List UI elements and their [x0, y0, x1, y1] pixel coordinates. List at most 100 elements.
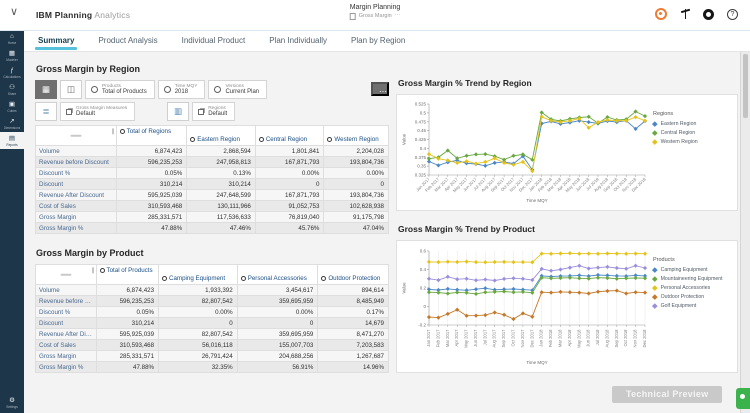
cell[interactable]: 2,204,028 — [323, 145, 389, 157]
crosstab-corner[interactable]: ∥ — [35, 125, 117, 146]
cell[interactable]: 359,695,959 — [236, 295, 319, 307]
cell[interactable]: 47.88% — [115, 222, 188, 234]
cell[interactable]: 56,016,118 — [158, 339, 238, 351]
row-header[interactable]: Discount % — [35, 306, 97, 318]
rows-axis-icon[interactable]: ≣ — [35, 102, 57, 121]
legend-item[interactable]: Golf Equipment — [652, 303, 735, 309]
cell[interactable]: 247,958,813 — [186, 156, 256, 168]
column-header[interactable]: Central Region — [254, 125, 325, 146]
cell[interactable]: 595,925,039 — [115, 189, 188, 201]
cell[interactable]: 26,791,424 — [158, 350, 238, 362]
legend-item[interactable]: Western Region — [652, 139, 735, 145]
cell[interactable]: 310,214 — [186, 178, 256, 190]
column-header[interactable]: Western Region — [323, 125, 389, 146]
dimension-chip-regions[interactable]: Regions Default — [192, 102, 236, 121]
dimension-chip-gross-margin-measures[interactable]: Gross Margin Measures Default — [60, 102, 136, 121]
legend-item[interactable]: Eastern Region — [652, 121, 735, 127]
sidebar-item-settings[interactable]: ⚙ Settings — [0, 394, 24, 411]
sidebar-item-share[interactable]: ⚇ Share — [0, 81, 24, 98]
sidebar-item-cubes[interactable]: ▣ Cubes — [0, 98, 24, 115]
cell[interactable]: 91,052,753 — [254, 200, 325, 212]
help-icon[interactable]: ? — [727, 8, 738, 20]
row-header[interactable]: Cost of Sales — [35, 200, 117, 212]
row-header[interactable]: Gross Margin % — [35, 222, 117, 234]
legend-item[interactable]: Personal Accessories — [652, 285, 735, 291]
row-header[interactable]: Revenue After Discount — [35, 189, 117, 201]
cell[interactable]: 204,688,256 — [236, 350, 319, 362]
dimension-chip-versions[interactable]: Versions Current Plan — [208, 80, 268, 99]
book-info[interactable]: Margin Planning Gross Margin ⋯ — [350, 4, 401, 20]
legend-item[interactable]: Outdoor Protection — [652, 294, 735, 300]
cell[interactable]: 285,331,571 — [95, 350, 160, 362]
cell[interactable]: 8,471,270 — [317, 328, 389, 340]
cell[interactable]: 285,331,571 — [115, 211, 188, 223]
cell[interactable]: 0.00% — [323, 167, 389, 179]
cell[interactable]: 894,614 — [317, 284, 389, 296]
book-overflow-icon[interactable]: ⋯ — [395, 13, 401, 19]
cell[interactable]: 0.13% — [186, 167, 256, 179]
row-header[interactable]: Revenue After Discount — [35, 328, 97, 340]
column-header[interactable]: Total of Products — [95, 264, 160, 285]
row-header[interactable]: Volume — [35, 284, 97, 296]
vertical-scrollbar[interactable] — [740, 52, 750, 413]
cell[interactable]: 14,679 — [317, 317, 389, 329]
legend-item[interactable]: Camping Equipment — [652, 267, 735, 273]
cell[interactable]: 102,628,938 — [323, 200, 389, 212]
cell[interactable]: 247,648,599 — [186, 189, 256, 201]
cell[interactable]: 0 — [254, 178, 325, 190]
cell[interactable]: 310,214 — [115, 178, 188, 190]
cell[interactable]: 47.04% — [323, 222, 389, 234]
dimension-chip-products[interactable]: Products Total of Products — [85, 80, 155, 99]
cell[interactable]: 310,214 — [95, 317, 160, 329]
sidebar-item-home[interactable]: ⌂ Home — [0, 30, 24, 47]
cell[interactable]: 0.00% — [236, 306, 319, 318]
cell[interactable]: 82,807,542 — [158, 328, 238, 340]
row-header[interactable]: Gross Margin — [35, 350, 97, 362]
cell[interactable]: 0 — [323, 178, 389, 190]
row-header[interactable]: Cost of Sales — [35, 339, 97, 351]
cell[interactable]: 155,007,703 — [236, 339, 319, 351]
row-header[interactable]: Revenue before Discount — [35, 156, 117, 168]
cell[interactable]: 310,593,468 — [115, 200, 188, 212]
column-header[interactable]: Camping Equipment — [158, 264, 238, 285]
cell[interactable]: 1,267,687 — [317, 350, 389, 362]
cell[interactable]: 359,695,959 — [236, 328, 319, 340]
sidebar-item-dimensions[interactable]: ↗ Dimensions — [0, 115, 24, 132]
cell[interactable]: 0.05% — [95, 306, 160, 318]
tab-plan-individually[interactable]: Plan Individually — [269, 31, 327, 51]
overflow-menu-button[interactable]: ⋯ — [371, 82, 389, 96]
column-header[interactable]: Eastern Region — [186, 125, 256, 146]
cell[interactable]: 1,933,392 — [158, 284, 238, 296]
scrollbar-thumb[interactable] — [742, 54, 748, 118]
cell[interactable]: 596,235,253 — [115, 156, 188, 168]
chevron-down-icon[interactable]: ∨ — [10, 7, 18, 18]
row-header[interactable]: Revenue before Discount — [35, 295, 97, 307]
cell[interactable]: 0.00% — [254, 167, 325, 179]
overview-grid-button[interactable]: ▦ — [35, 80, 57, 99]
cell[interactable]: 0 — [158, 317, 238, 329]
cell[interactable]: 0.17% — [317, 306, 389, 318]
cell[interactable]: 1,801,841 — [254, 145, 325, 157]
cell[interactable]: 193,804,736 — [323, 156, 389, 168]
row-header[interactable]: Volume — [35, 145, 117, 157]
cell[interactable]: 7,203,583 — [317, 339, 389, 351]
column-header[interactable]: Total of Regions — [115, 125, 188, 146]
cell[interactable]: 6,874,423 — [95, 284, 160, 296]
cell[interactable]: 117,536,633 — [186, 211, 256, 223]
cell[interactable]: 193,804,736 — [323, 189, 389, 201]
tab-product-analysis[interactable]: Product Analysis — [98, 31, 157, 51]
sidebar-item-calculations[interactable]: ƒ Calculations — [0, 64, 24, 81]
row-header[interactable]: Discount — [35, 178, 117, 190]
cell[interactable]: 0 — [236, 317, 319, 329]
user-avatar-icon[interactable] — [655, 8, 667, 20]
row-header[interactable]: Gross Margin — [35, 211, 117, 223]
legend-item[interactable]: Mountaineering Equipment — [652, 276, 735, 282]
tab-summary[interactable]: Summary — [34, 31, 78, 51]
cell[interactable]: 76,819,040 — [254, 211, 325, 223]
cell[interactable]: 82,807,542 — [158, 295, 238, 307]
cell[interactable]: 310,593,468 — [95, 339, 160, 351]
tab-plan-by-region[interactable]: Plan by Region — [351, 31, 405, 51]
cell[interactable]: 45.76% — [254, 222, 325, 234]
record-icon[interactable] — [703, 8, 714, 20]
column-header[interactable]: Personal Accessories — [236, 264, 319, 285]
